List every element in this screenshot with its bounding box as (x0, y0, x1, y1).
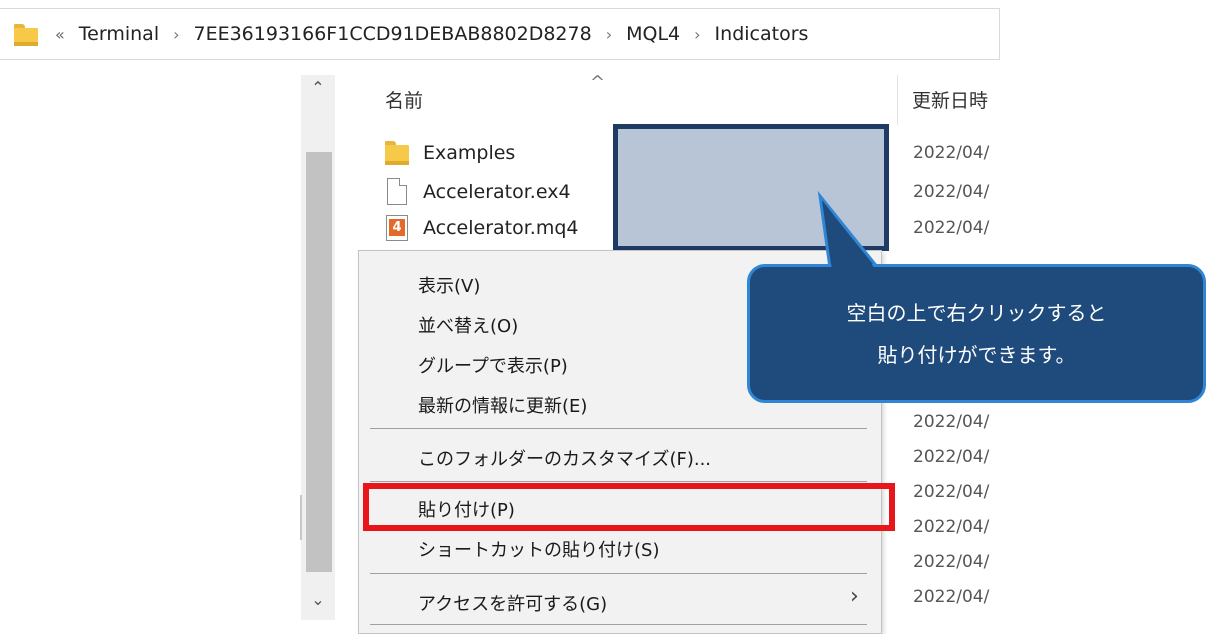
date-cell: 2022/04/ (913, 143, 990, 163)
menu-separator (370, 624, 867, 625)
folder-icon (14, 24, 38, 46)
menu-item-paste-shortcut[interactable]: ショートカットの貼り付け(S) (418, 536, 659, 562)
date-cell: 2022/04/ (913, 482, 990, 502)
breadcrumb-separator[interactable]: › (173, 25, 179, 44)
date-cell: 2022/04/ (913, 517, 990, 537)
callout-line-1: 空白の上で右クリックすると (846, 300, 1107, 325)
date-cell: 2022/04/ (913, 587, 990, 607)
pane-divider (300, 495, 302, 540)
list-item[interactable]: Accelerator.ex4 (385, 177, 571, 207)
menu-item-give-access[interactable]: アクセスを許可する(G) (418, 590, 607, 616)
breadcrumb-item-terminal[interactable]: Terminal (79, 23, 159, 45)
menu-separator (370, 428, 867, 429)
paste-highlight-outline (363, 483, 895, 531)
breadcrumb-item-terminal-id[interactable]: 7EE36193166F1CCD91DEBAB8802D8278 (194, 23, 592, 45)
list-item[interactable]: 4 Accelerator.mq4 (385, 213, 579, 243)
menu-item-group-by[interactable]: グループで表示(P) (418, 352, 568, 378)
date-cell: 2022/04/ (913, 182, 990, 202)
mq4-file-icon: 4 (385, 214, 409, 242)
breadcrumb-item-mql4[interactable]: MQL4 (626, 23, 680, 45)
callout-line-2: 貼り付けができます。 (877, 342, 1076, 367)
scroll-down-arrow-icon[interactable]: ⌄ (301, 590, 335, 616)
column-header-date[interactable]: 更新日時 (912, 86, 1002, 113)
menu-item-view[interactable]: 表示(V) (418, 272, 480, 298)
callout-pointer-fill (822, 200, 876, 270)
file-name: Accelerator.ex4 (423, 181, 571, 203)
scrollbar-thumb[interactable] (306, 152, 332, 572)
date-cell: 2022/04/ (913, 552, 990, 572)
date-cell: 2022/04/ (913, 218, 990, 238)
menu-item-sort-by[interactable]: 並べ替え(O) (418, 312, 518, 338)
breadcrumb-separator[interactable]: › (606, 25, 612, 44)
file-name: Accelerator.mq4 (423, 217, 579, 239)
menu-separator (370, 573, 867, 574)
submenu-chevron-right-icon: › (850, 584, 859, 609)
breadcrumb-item-indicators[interactable]: Indicators (715, 23, 809, 45)
breadcrumb-overflow-chevron[interactable]: « (55, 25, 65, 44)
menu-item-refresh[interactable]: 最新の情報に更新(E) (418, 392, 587, 418)
breadcrumb-separator[interactable]: › (694, 25, 700, 44)
file-icon (385, 178, 409, 206)
date-cell: 2022/04/ (913, 412, 990, 432)
column-header-name[interactable]: 名前 (385, 86, 423, 113)
scroll-up-arrow-icon[interactable]: ⌃ (301, 78, 335, 104)
date-cell: 2022/04/ (913, 447, 990, 467)
menu-separator (370, 481, 867, 482)
list-item[interactable]: Examples (385, 138, 515, 168)
file-name: Examples (423, 142, 516, 164)
address-bar[interactable]: « Terminal › 7EE36193166F1CCD91DEBAB8802… (0, 8, 1000, 60)
column-divider[interactable] (897, 75, 898, 125)
folder-icon (385, 139, 409, 167)
menu-item-customize-folder[interactable]: このフォルダーのカスタマイズ(F)... (418, 445, 711, 471)
sort-ascending-icon: ^ (590, 72, 606, 93)
breadcrumb: « Terminal › 7EE36193166F1CCD91DEBAB8802… (55, 9, 808, 59)
callout-text: 空白の上で右クリックすると 貼り付けができます。 (747, 264, 1206, 403)
